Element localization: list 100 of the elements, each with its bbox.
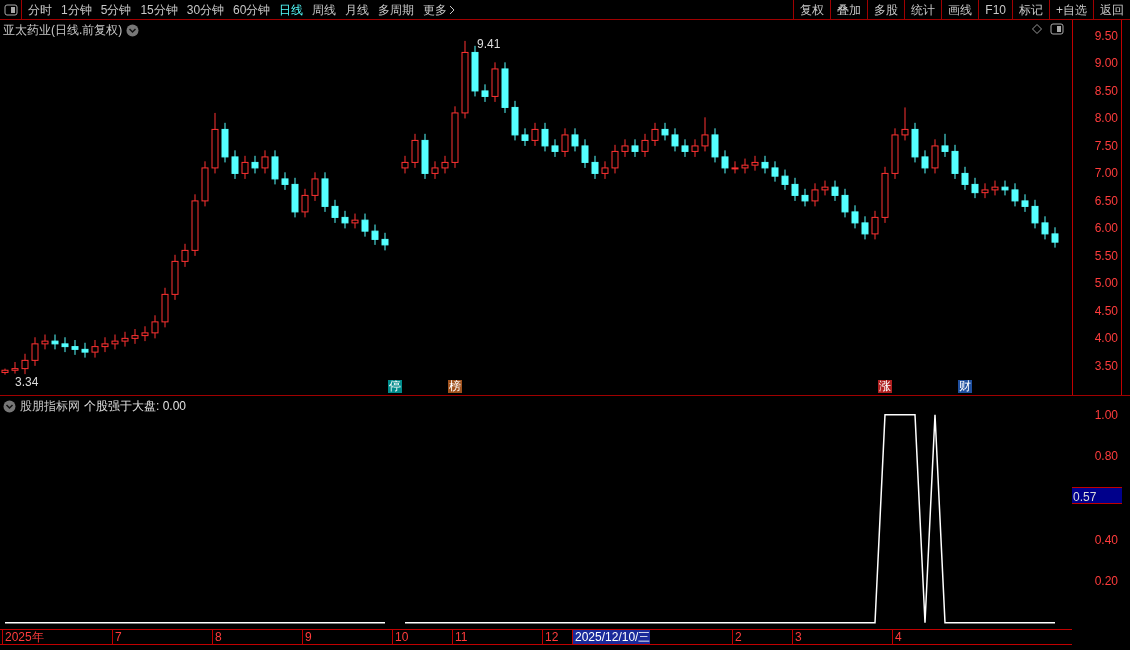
candlestick [971,177,979,199]
axis-label: 0.80 [1094,449,1118,464]
candlestick [661,122,669,141]
chevron-down-icon[interactable] [3,399,16,413]
toolbar-button[interactable]: 复权 [793,0,831,19]
candlestick [591,155,599,180]
candlestick [421,133,429,180]
candlestick [611,144,619,174]
period-tab[interactable]: 周线 [312,0,337,19]
period-tab[interactable]: 1分钟 [61,0,92,19]
date-label: 9 [302,630,312,644]
event-marker[interactable]: 榜 [448,380,462,393]
candlestick [831,180,839,202]
candlestick [521,127,529,147]
candlestick [321,171,329,213]
date-label: 7 [112,630,122,644]
candlestick [941,133,949,158]
axis-label: 1.00 [1094,407,1118,422]
candlestick [651,122,659,147]
axis-label: 0.40 [1094,532,1118,547]
candlestick [71,339,79,356]
toolbar-button[interactable]: 统计 [904,0,942,19]
candlestick [1051,226,1059,249]
candlestick [731,160,739,174]
candlestick [191,193,199,257]
candlestick [451,105,459,169]
candlestick [991,180,999,196]
candlestick [931,138,939,174]
candlestick [801,188,809,207]
candlestick [631,138,639,158]
diamond-icon[interactable] [1032,24,1042,34]
event-marker[interactable]: 停 [388,380,402,393]
candlestick [841,188,849,218]
candlestick [81,342,89,359]
toolbar-button[interactable]: 返回 [1093,0,1130,19]
candlestick [881,166,889,224]
period-tab[interactable]: 5分钟 [100,0,132,19]
period-tab[interactable]: 15分钟 [140,0,178,19]
candlestick [241,155,249,180]
period-tab[interactable]: 月线 [345,0,370,19]
candlestick [101,336,109,353]
toolbar-button[interactable]: 叠加 [830,0,868,19]
period-tab[interactable]: 30分钟 [186,0,225,19]
period-tab[interactable]: 多周期 [378,0,415,19]
axis-label: 5.50 [1094,248,1118,263]
candlestick [361,213,369,238]
candlestick [911,122,919,163]
toolbar-button[interactable]: F10 [978,0,1012,19]
chart-title: 亚太药业(日线.前复权) [3,22,123,39]
candlestick [641,133,649,158]
candlestick [381,232,389,251]
period-tab[interactable]: 60分钟 [233,0,271,19]
toolbar-button[interactable]: 多股 [867,0,905,19]
toolbar-button[interactable]: +自选 [1049,0,1093,19]
axis-label: 4.50 [1094,303,1118,318]
date-label: 12 [542,630,559,644]
candlestick [61,336,69,353]
candlestick [1021,193,1029,213]
candlestick [481,83,489,103]
date-label: 2 [732,630,742,644]
candlestick [21,353,29,375]
candlestick [51,334,59,350]
candlestick [211,112,219,174]
candlestick [851,204,859,229]
candlestick [491,61,499,103]
candlestick [291,177,299,218]
date-label: 8 [212,630,222,644]
axis-label: 6.50 [1094,193,1118,208]
candlestick [181,243,189,268]
candlestick [811,182,819,207]
toolbar-button[interactable]: 标记 [1012,0,1049,19]
candlestick [901,106,909,141]
period-tab[interactable]: 日线 [279,0,304,19]
candlestick [531,122,539,147]
candlestick [231,149,239,180]
event-marker[interactable]: 涨 [878,380,892,393]
candlestick [741,158,749,174]
candlestick [601,160,609,180]
candlestick [561,127,569,158]
date-label: 2025/12/10/三 [572,630,651,644]
toolbar-button[interactable]: 画线 [941,0,979,19]
candlestick [871,210,879,240]
panel-toggle-icon[interactable] [1050,23,1064,35]
axis-label: 6.00 [1094,221,1118,236]
event-marker[interactable]: 财 [958,380,972,393]
candlestick [751,155,759,172]
date-label: 10 [392,630,409,644]
panel-toggle-icon[interactable] [3,3,18,16]
candlestick [1041,215,1049,240]
more-menu[interactable]: 更多 [423,0,456,19]
period-tab[interactable]: 分时 [28,0,52,19]
chevron-down-icon[interactable] [126,23,140,37]
candlestick [961,166,969,191]
candlestick [261,149,269,174]
candlestick [141,325,149,342]
candlestick [761,155,769,174]
candlestick [431,160,439,180]
axis-label: 8.50 [1094,83,1118,98]
candlestick [671,127,679,152]
candlestick [571,127,579,152]
